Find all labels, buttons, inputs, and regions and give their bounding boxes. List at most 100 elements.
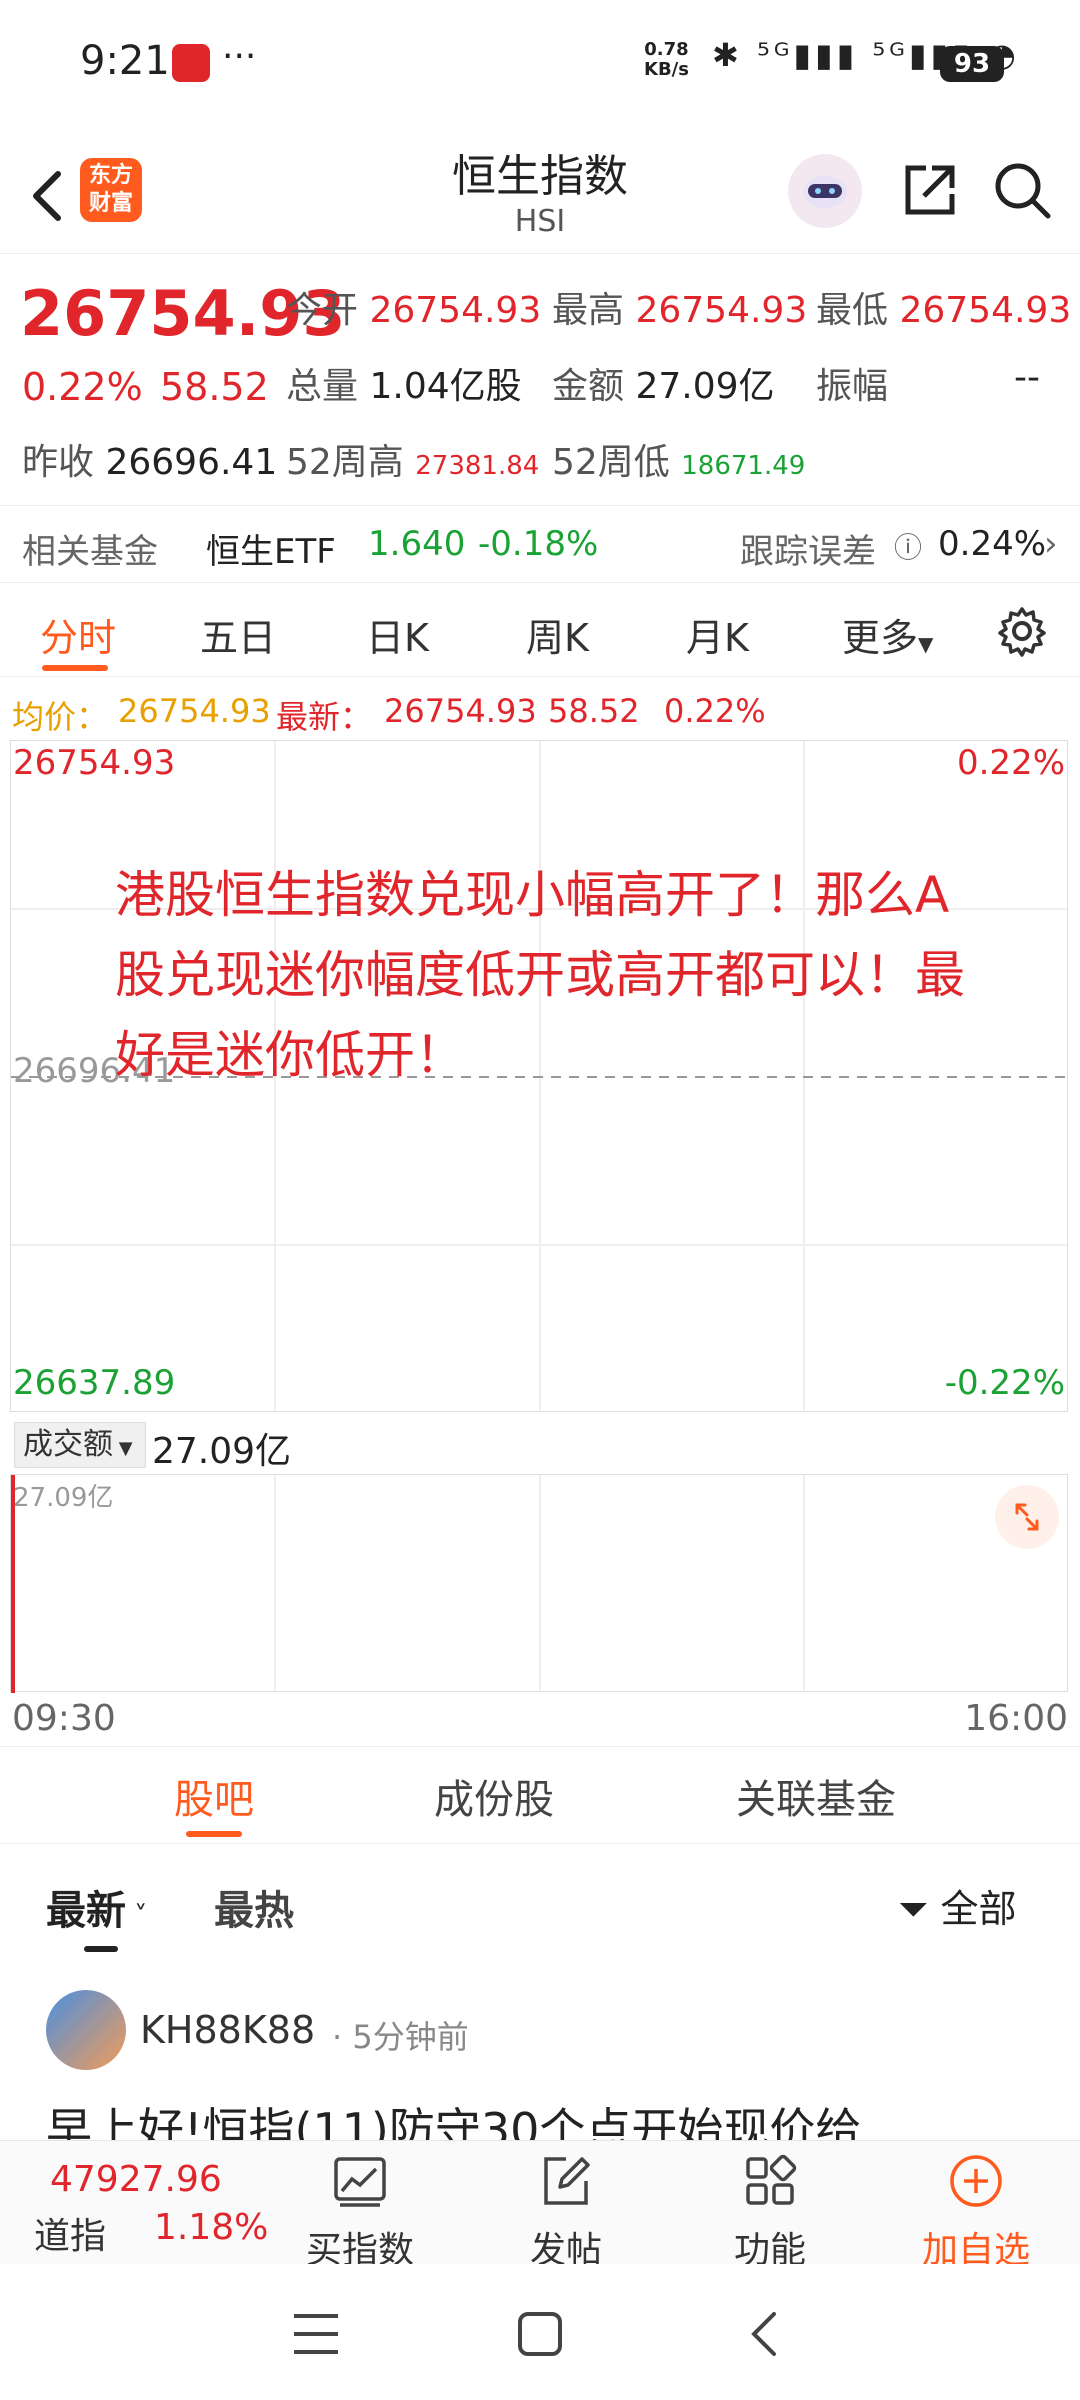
section-tabs: 股吧 成份股 关联基金 [0, 1746, 1080, 1844]
index-ticker-value: 47927.96 [50, 2159, 222, 2200]
chart-line-icon [334, 2157, 386, 2207]
forum-post[interactable]: KH88K88 · 5分钟前 早上好!恒指(11)防守30个点开始现价给 [0, 1970, 1080, 2140]
volume-grid [11, 1475, 805, 1693]
post-text[interactable]: 早上好!恒指(11)防守30个点开始现价给 [46, 2094, 861, 2140]
recent-apps-icon[interactable] [292, 2312, 340, 2356]
header: 东方财富 恒生指数 HSI [0, 130, 1080, 254]
plus-circle-icon [950, 2155, 1002, 2207]
tracking-error-value: 0.24% [938, 524, 1047, 564]
tab-monthly-k[interactable]: 月K [686, 607, 749, 662]
period-tabs: 分时 五日 日K 周K 月K 更多▼ [0, 585, 1080, 677]
active-tab-indicator [42, 665, 108, 671]
volume-chart[interactable]: 27.09亿 [10, 1474, 1068, 1693]
sort-hot[interactable]: 最热 [214, 1878, 294, 1936]
volume-cell: 总量 1.04亿股 [286, 357, 522, 409]
latest-label: 最新： [276, 698, 373, 736]
battery-icon: 93 [940, 46, 1004, 82]
edit-icon [544, 2157, 590, 2205]
week52-high-value: 27381.84 [415, 451, 540, 481]
help-icon[interactable]: ⓘ [894, 526, 922, 566]
tracking-error-label: 跟踪误差 [740, 532, 876, 572]
latest-pct: 0.22% [664, 692, 766, 730]
volume-header: 成交额 ▼ 27.09亿 [10, 1414, 1070, 1474]
fund-price: 1.640 [368, 524, 466, 564]
week52-high-cell: 52周高 27381.84 [286, 433, 539, 485]
quote-panel: 26754.93 0.22% 58.52 今开 26754.93 最高 2675… [0, 255, 1080, 505]
related-fund-row[interactable]: 相关基金 恒生ETF 1.640 -0.18% 跟踪误差 ⓘ 0.24% › [0, 505, 1080, 583]
sort-row: 最新 ˅ 最热 ⏷ 全部 [0, 1848, 1080, 1958]
share-icon[interactable] [898, 158, 962, 222]
sort-indicator [84, 1946, 118, 1952]
high-cell: 最高 26754.93 [552, 281, 807, 333]
latest-change: 58.52 [548, 692, 640, 730]
chevron-down-icon: ˅ [126, 1901, 148, 1931]
axis-top-left: 26754.93 [13, 743, 176, 783]
tab-intraday[interactable]: 分时 [40, 607, 116, 662]
axis-bottom-right: -0.22% [944, 1363, 1065, 1403]
index-ticker-pct: 1.18% [154, 2207, 269, 2248]
volume-label: 总量 [286, 366, 359, 407]
sort-latest[interactable]: 最新 ˅ [46, 1878, 147, 1936]
filter-button[interactable]: ⏷ 全部 [898, 1878, 1017, 1933]
fund-change: -0.18% [478, 524, 599, 564]
tab-weekly-k[interactable]: 周K [526, 607, 589, 662]
post-username[interactable]: KH88K88 [140, 2008, 315, 2052]
network-speed-value: 0.78 [644, 39, 689, 60]
tab-daily-k[interactable]: 日K [366, 607, 429, 662]
week52-low-value: 18671.49 [681, 451, 806, 481]
bottom-toolbar: 47927.96 道指 1.18% 买指数 发帖 功能 加自选 [0, 2140, 1080, 2271]
change-value: 58.52 [160, 365, 269, 409]
avatar[interactable] [46, 1990, 126, 2070]
week52-low-cell: 52周低 18671.49 [552, 433, 805, 485]
buy-index-button[interactable]: 买指数 [290, 2141, 430, 2271]
time-start: 09:30 [12, 1698, 116, 1739]
add-watchlist-button[interactable]: 加自选 [906, 2141, 1046, 2271]
more-notifications-icon: ··· [222, 36, 257, 77]
high-value: 26754.93 [635, 290, 808, 331]
app-notification-icon [172, 44, 210, 82]
overlay-annotation-text: 港股恒生指数兑现小幅高开了！那么A股兑现迷你幅度低开或高开都可以！最好是迷你低开… [115, 866, 965, 1084]
active-section-indicator [186, 1831, 242, 1837]
tab-more[interactable]: 更多▼ [842, 607, 933, 662]
related-fund-label: 相关基金 [22, 532, 158, 572]
tab-related-funds[interactable]: 关联基金 [736, 1767, 896, 1825]
fund-name[interactable]: 恒生ETF [206, 524, 336, 573]
prev-close-label: 昨收 [22, 442, 95, 483]
week52-high-label: 52周高 [286, 442, 404, 483]
gear-icon[interactable] [996, 605, 1048, 657]
amount-cell: 金额 27.09亿 [552, 357, 775, 409]
time-end: 16:00 [964, 1698, 1068, 1739]
system-nav-bar [0, 2264, 1080, 2400]
volume-value: 1.04亿股 [369, 366, 522, 407]
expand-icon[interactable] [995, 1485, 1059, 1549]
filter-icon: ⏷ [898, 1887, 929, 1931]
low-value: 26754.93 [899, 290, 1072, 331]
avg-price-label: 均价： [12, 698, 109, 736]
amplitude-value: -- [1014, 357, 1040, 398]
tab-constituents[interactable]: 成份股 [434, 1767, 554, 1825]
index-ticker[interactable]: 47927.96 道指 1.18% [0, 2141, 270, 2265]
functions-button[interactable]: 功能 [700, 2141, 840, 2271]
axis-top-right: 0.22% [956, 743, 1065, 783]
tab-forum[interactable]: 股吧 [174, 1767, 254, 1825]
prev-close-value: 26696.41 [105, 442, 278, 483]
grid-icon [746, 2154, 797, 2205]
back-nav-icon[interactable] [744, 2310, 784, 2358]
axis-bottom-left: 26637.89 [13, 1363, 176, 1403]
assistant-robot-icon[interactable] [788, 154, 862, 228]
amplitude-label: 振幅 [816, 366, 889, 407]
home-icon[interactable] [516, 2310, 564, 2358]
sort-latest-label: 最新 [46, 1888, 126, 1934]
volume-selector-label: 成交额 [23, 1427, 113, 1462]
post-button[interactable]: 发帖 [496, 2141, 636, 2271]
network-speed-unit: KB/s [644, 59, 689, 80]
low-cell: 最低 26754.93 [816, 281, 1071, 333]
search-icon[interactable] [990, 158, 1054, 222]
tab-five-day[interactable]: 五日 [200, 607, 276, 662]
post-time: · 5分钟前 [332, 2018, 469, 2056]
dropdown-caret-icon: ▼ [918, 632, 934, 656]
chevron-right-icon[interactable]: › [1044, 524, 1058, 564]
volume-selector[interactable]: 成交额 ▼ [14, 1422, 146, 1468]
week52-low-label: 52周低 [552, 442, 670, 483]
index-ticker-name: 道指 [34, 2216, 107, 2257]
